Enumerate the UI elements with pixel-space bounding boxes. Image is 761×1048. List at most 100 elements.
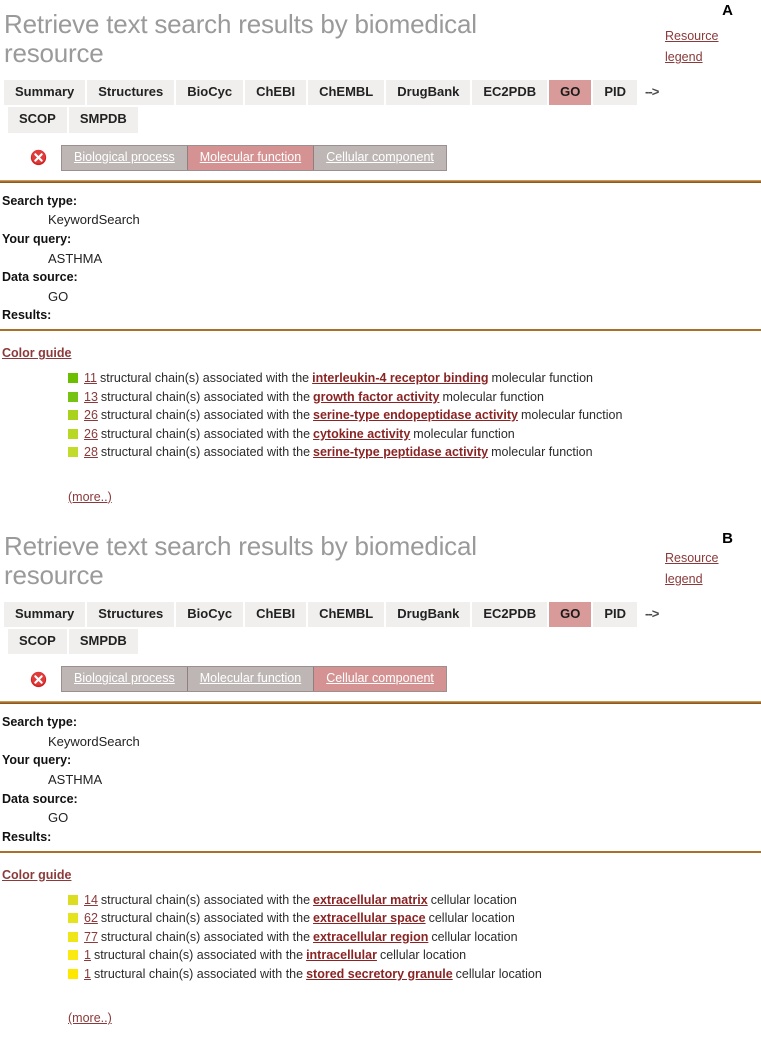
resource-tab-chebi[interactable]: ChEBI: [245, 601, 309, 630]
chain-count-link[interactable]: 26: [84, 409, 98, 422]
subtab-row: Biological process Molecular function Cell…: [0, 666, 761, 693]
resource-tabbar-overflow-arrow-icon[interactable]: -->: [639, 80, 659, 104]
resource-tab-go[interactable]: GO: [549, 601, 594, 630]
color-swatch: [68, 931, 78, 942]
results-label: Results:: [2, 308, 52, 323]
result-text: structural chain(s) associated with the: [93, 948, 304, 963]
result-text: structural chain(s) associated with the: [100, 445, 311, 460]
result-category-text: cellular location: [455, 966, 542, 981]
resource-tab-ec2pdb[interactable]: EC2PDB: [472, 601, 550, 630]
resource-tab-go[interactable]: GO: [549, 80, 594, 108]
resource-tab-structures[interactable]: Structures: [87, 80, 177, 108]
result-text: structural chain(s) associated with the: [100, 426, 311, 441]
resource-legend-link-line1[interactable]: Resource: [665, 551, 719, 565]
color-swatch: [68, 913, 78, 924]
subtab-biological-process[interactable]: Biological process: [62, 667, 188, 692]
result-text: structural chain(s) associated with the: [100, 389, 311, 404]
color-guide-link[interactable]: Color guide: [2, 868, 71, 882]
results-list: 11 structural chain(s) associated with th…: [0, 369, 761, 462]
chain-count-link[interactable]: 1: [84, 968, 91, 981]
search-type-label: Search type:: [2, 715, 78, 730]
go-term-link[interactable]: serine-type peptidase activity: [313, 446, 488, 459]
section-divider-bottom: [0, 850, 761, 853]
resource-tabbar: Summary Structures BioCyc ChEBI ChEMBL DrugBa…: [0, 601, 761, 657]
resource-tab-drugbank[interactable]: DrugBank: [386, 601, 473, 630]
result-category-text: molecular function: [442, 389, 544, 404]
resource-tab-summary[interactable]: Summary: [4, 80, 88, 108]
go-term-link[interactable]: intracellular: [306, 949, 377, 962]
resource-legend-link-line2[interactable]: legend: [665, 50, 703, 64]
resource-legend-link-line2[interactable]: legend: [665, 572, 703, 586]
resource-tab-smpdb[interactable]: SMPDB: [68, 107, 140, 135]
resource-tab-chebi[interactable]: ChEBI: [245, 80, 309, 108]
go-term-link[interactable]: extracellular space: [313, 912, 426, 925]
chain-count-link[interactable]: 62: [84, 912, 98, 925]
resource-tab-drugbank[interactable]: DrugBank: [386, 80, 473, 108]
result-category-text: molecular function: [520, 408, 623, 423]
search-meta: Search type: KeywordSearch Your query: A…: [0, 704, 761, 849]
chain-count-link[interactable]: 14: [84, 894, 98, 907]
chain-count-link[interactable]: 11: [84, 372, 97, 385]
result-row: 13 structural chain(s) associated with th…: [68, 388, 761, 407]
result-row: 14 structural chain(s) associated with th…: [68, 891, 761, 910]
color-guide-link[interactable]: Color guide: [2, 346, 71, 360]
chain-count-link[interactable]: 28: [84, 446, 98, 459]
result-category-text: cellular location: [430, 892, 517, 907]
go-term-link[interactable]: extracellular matrix: [313, 894, 428, 907]
color-swatch: [68, 950, 78, 961]
resource-tab-summary[interactable]: Summary: [4, 601, 88, 630]
data-source-label: Data source:: [2, 791, 78, 806]
section-divider-bottom: [0, 329, 761, 332]
result-text: structural chain(s) associated with the: [100, 911, 311, 926]
go-term-link[interactable]: extracellular region: [313, 931, 428, 944]
chain-count-link[interactable]: 1: [84, 949, 91, 962]
subtab-cellular-component[interactable]: Cellular component: [314, 145, 446, 170]
more-link[interactable]: (more..): [68, 1011, 112, 1025]
resource-tab-pid[interactable]: PID: [593, 80, 640, 108]
result-row: 11 structural chain(s) associated with th…: [68, 369, 761, 388]
subtab-cellular-component[interactable]: Cellular component: [314, 667, 446, 692]
query-label: Your query:: [2, 753, 72, 768]
subtab-molecular-function[interactable]: Molecular function: [187, 667, 315, 692]
result-row: 1 structural chain(s) associated with the…: [68, 946, 761, 965]
resource-tab-biocyc[interactable]: BioCyc: [176, 80, 246, 108]
resource-tabbar-overflow-arrow-icon[interactable]: -->: [639, 602, 659, 626]
resource-tab-pid[interactable]: PID: [593, 601, 640, 630]
result-category-text: cellular location: [379, 948, 467, 963]
resource-tab-scop[interactable]: SCOP: [8, 107, 69, 135]
panel-header: Retrieve text search results by biomedic…: [0, 522, 761, 590]
color-guide: Color guide: [0, 868, 761, 882]
result-category-text: molecular function: [491, 371, 593, 386]
go-term-link[interactable]: cytokine activity: [313, 428, 410, 441]
resource-legend: Resource legend: [665, 26, 743, 68]
go-term-link[interactable]: serine-type endopeptidase activity: [313, 409, 518, 422]
result-category-text: cellular location: [428, 911, 515, 926]
query-value: ASTHMA: [48, 772, 103, 788]
result-category-text: molecular function: [491, 445, 593, 460]
more-link[interactable]: (more..): [68, 490, 112, 504]
chain-count-link[interactable]: 77: [84, 931, 98, 944]
resource-tab-chembl[interactable]: ChEMBL: [308, 601, 387, 630]
subtab-molecular-function[interactable]: Molecular function: [187, 145, 315, 170]
go-term-link[interactable]: interleukin-4 receptor binding: [312, 372, 488, 385]
resource-tab-ec2pdb[interactable]: EC2PDB: [472, 80, 550, 108]
chain-count-link[interactable]: 26: [84, 428, 98, 441]
close-circle-icon[interactable]: [30, 671, 47, 688]
resource-legend-link-line1[interactable]: Resource: [665, 29, 719, 43]
chain-count-link[interactable]: 13: [84, 391, 98, 404]
resource-tab-structures[interactable]: Structures: [87, 601, 177, 630]
resource-tab-chembl[interactable]: ChEMBL: [308, 80, 387, 108]
resource-tab-biocyc[interactable]: BioCyc: [176, 601, 246, 630]
resource-tab-smpdb[interactable]: SMPDB: [68, 629, 140, 657]
search-type-value: KeywordSearch: [48, 212, 140, 228]
go-aspect-subtabs: Biological process Molecular function Cell…: [61, 144, 447, 171]
resource-tab-scop[interactable]: SCOP: [8, 629, 69, 657]
result-row: 62 structural chain(s) associated with th…: [68, 909, 761, 928]
go-term-link[interactable]: growth factor activity: [313, 391, 439, 404]
close-circle-icon[interactable]: [30, 149, 47, 166]
result-text: structural chain(s) associated with the: [100, 892, 311, 907]
color-swatch: [68, 373, 78, 384]
subtab-biological-process[interactable]: Biological process: [62, 145, 188, 170]
color-guide: Color guide: [0, 346, 761, 360]
go-term-link[interactable]: stored secretory granule: [306, 968, 453, 981]
